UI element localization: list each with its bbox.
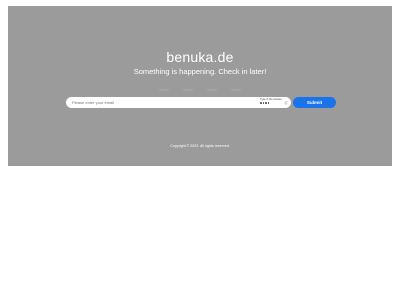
captcha-widget[interactable]: Type in the answer bbox=[260, 98, 290, 107]
subscribe-form: Type in the answer Submit bbox=[66, 97, 336, 108]
captcha-dot bbox=[262, 102, 265, 104]
tagline: Something is happening. Check in later! bbox=[133, 67, 267, 76]
countdown-days bbox=[159, 89, 169, 91]
refresh-icon[interactable] bbox=[284, 101, 288, 105]
countdown-minutes bbox=[207, 89, 217, 91]
countdown-seconds bbox=[231, 89, 241, 91]
captcha-dots bbox=[260, 102, 270, 104]
hero-section: benuka.de Something is happening. Check … bbox=[8, 6, 392, 166]
captcha-dot bbox=[267, 102, 270, 104]
captcha-dot bbox=[265, 102, 267, 104]
countdown bbox=[8, 89, 392, 91]
countdown-hours bbox=[183, 89, 193, 91]
captcha-dot bbox=[260, 102, 262, 104]
copyright-text: Copyright © 2022. All rights reserved. bbox=[170, 144, 230, 148]
site-title: benuka.de bbox=[166, 49, 234, 65]
email-input[interactable] bbox=[66, 97, 291, 108]
captcha-label: Type in the answer bbox=[260, 98, 282, 101]
submit-button[interactable]: Submit bbox=[293, 97, 336, 108]
